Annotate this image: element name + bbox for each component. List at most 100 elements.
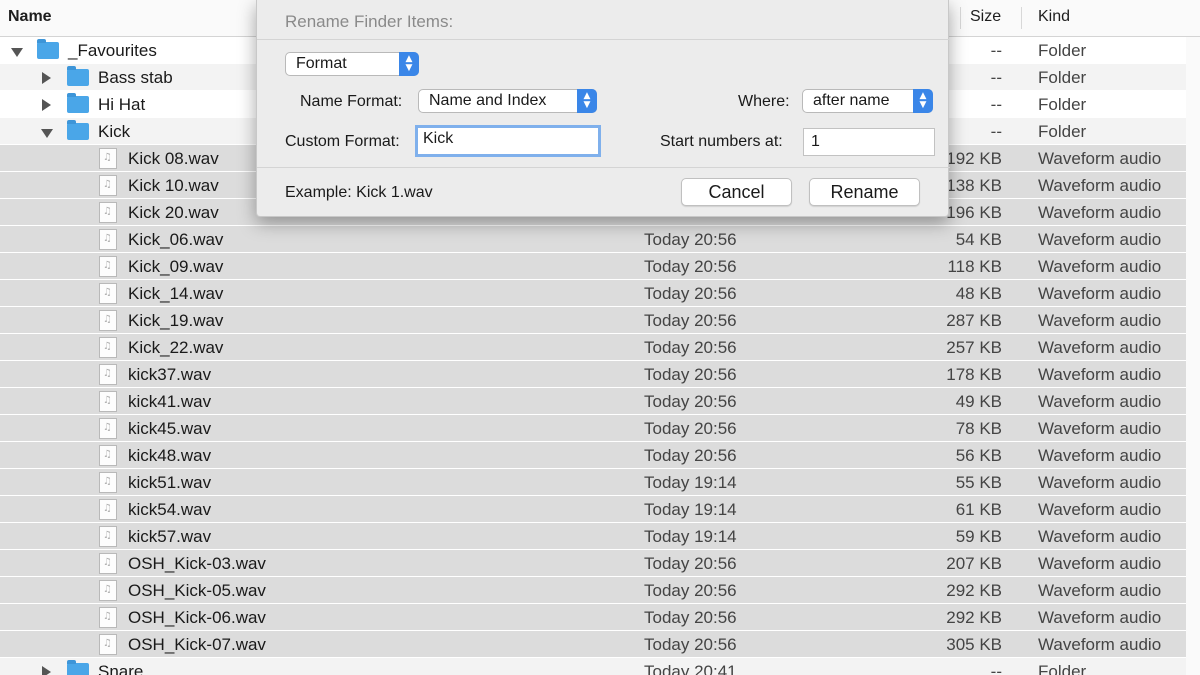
item-kind: Waveform audio bbox=[1038, 527, 1162, 546]
where-popup[interactable]: after name ▲ ▼ bbox=[802, 89, 933, 113]
item-kind: Waveform audio bbox=[1038, 608, 1162, 627]
item-name: kick37.wav bbox=[128, 365, 212, 384]
dialog-title: Rename Finder Items: bbox=[285, 12, 454, 31]
file-row[interactable]: kick57.wav Today 19:14 59 KB Waveform audio bbox=[0, 522, 1200, 550]
item-name: OSH_Kick-07.wav bbox=[128, 635, 266, 654]
column-divider[interactable] bbox=[960, 7, 961, 29]
folder-icon bbox=[37, 39, 59, 59]
item-date-modified: Today 20:56 bbox=[644, 311, 737, 330]
column-divider[interactable] bbox=[1021, 7, 1022, 29]
folder-row[interactable]: Snare Today 20:41 -- Folder bbox=[0, 658, 1200, 675]
item-name: kick51.wav bbox=[128, 473, 212, 492]
file-row[interactable]: kick51.wav Today 19:14 55 KB Waveform audio bbox=[0, 468, 1200, 496]
item-kind: Folder bbox=[1038, 95, 1087, 114]
audio-file-icon bbox=[99, 603, 117, 630]
file-row[interactable]: Kick_14.wav Today 20:56 48 KB Waveform audi… bbox=[0, 279, 1200, 307]
item-date-modified: Today 20:56 bbox=[644, 338, 737, 357]
folder-icon bbox=[67, 120, 89, 140]
item-date-modified: Today 20:56 bbox=[644, 365, 737, 384]
column-header-size[interactable]: Size bbox=[970, 0, 1001, 37]
item-size: 178 KB bbox=[946, 365, 1002, 384]
name-format-label: Name Format: bbox=[300, 93, 403, 110]
item-size: 118 KB bbox=[947, 257, 1002, 276]
item-size: 55 KB bbox=[955, 473, 1002, 492]
file-row[interactable]: kick37.wav Today 20:56 178 KB Waveform audi… bbox=[0, 360, 1200, 388]
file-row[interactable]: kick54.wav Today 19:14 61 KB Waveform audio bbox=[0, 495, 1200, 523]
item-name: OSH_Kick-06.wav bbox=[128, 608, 266, 627]
item-kind: Folder bbox=[1038, 122, 1087, 141]
item-size: 287 KB bbox=[946, 311, 1002, 330]
item-size: 305 KB bbox=[946, 635, 1002, 654]
item-name: Kick 10.wav bbox=[128, 176, 219, 195]
item-kind: Waveform audio bbox=[1038, 284, 1162, 303]
item-name: kick48.wav bbox=[128, 446, 212, 465]
popup-arrows-icon: ▲ ▼ bbox=[577, 89, 597, 113]
rename-mode-value: Format bbox=[296, 55, 347, 72]
custom-format-field[interactable]: Kick bbox=[415, 125, 601, 157]
item-kind: Waveform audio bbox=[1038, 581, 1162, 600]
audio-file-icon bbox=[99, 306, 117, 333]
item-kind: Waveform audio bbox=[1038, 392, 1162, 411]
disclosure-triangle-open-icon[interactable] bbox=[11, 48, 23, 57]
rename-mode-popup[interactable]: Format ▲ ▼ bbox=[285, 52, 419, 76]
file-row[interactable]: OSH_Kick-03.wav Today 20:56 207 KB Waveform… bbox=[0, 549, 1200, 577]
item-size: -- bbox=[990, 95, 1002, 114]
item-size: 78 KB bbox=[955, 419, 1002, 438]
disclosure-triangle-closed-icon[interactable] bbox=[42, 666, 51, 675]
column-header-kind[interactable]: Kind bbox=[1038, 0, 1070, 37]
item-name: Snare bbox=[98, 662, 144, 675]
cancel-button[interactable]: Cancel bbox=[681, 178, 792, 206]
audio-file-icon bbox=[99, 630, 117, 657]
file-row[interactable]: OSH_Kick-06.wav Today 20:56 292 KB Waveform… bbox=[0, 603, 1200, 631]
vertical-scrollbar[interactable] bbox=[1186, 37, 1200, 675]
popup-arrows-icon: ▲ ▼ bbox=[913, 89, 933, 113]
disclosure-triangle-closed-icon[interactable] bbox=[42, 72, 51, 84]
item-date-modified: Today 20:56 bbox=[644, 284, 737, 303]
item-date-modified: Today 19:14 bbox=[644, 473, 737, 492]
item-kind: Waveform audio bbox=[1038, 365, 1162, 384]
item-kind: Folder bbox=[1038, 41, 1087, 60]
item-size: -- bbox=[990, 41, 1002, 60]
file-row[interactable]: OSH_Kick-05.wav Today 20:56 292 KB Waveform… bbox=[0, 576, 1200, 604]
audio-file-icon bbox=[99, 387, 117, 414]
audio-file-icon bbox=[99, 549, 117, 576]
item-kind: Waveform audio bbox=[1038, 635, 1162, 654]
name-format-popup[interactable]: Name and Index ▲ ▼ bbox=[418, 89, 597, 113]
disclosure-triangle-open-icon[interactable] bbox=[41, 129, 53, 138]
custom-format-label: Custom Format: bbox=[285, 133, 400, 150]
item-date-modified: Today 20:56 bbox=[644, 554, 737, 573]
file-row[interactable]: kick45.wav Today 20:56 78 KB Waveform audio bbox=[0, 414, 1200, 442]
item-date-modified: Today 20:56 bbox=[644, 392, 737, 411]
file-row[interactable]: kick41.wav Today 20:56 49 KB Waveform audio bbox=[0, 387, 1200, 415]
audio-file-icon bbox=[99, 225, 117, 252]
item-size: 196 KB bbox=[946, 203, 1002, 222]
item-size: 292 KB bbox=[946, 581, 1002, 600]
folder-icon bbox=[67, 660, 89, 675]
item-size: 61 KB bbox=[955, 500, 1002, 519]
audio-file-icon bbox=[99, 522, 117, 549]
item-name: kick57.wav bbox=[128, 527, 212, 546]
file-row[interactable]: OSH_Kick-07.wav Today 20:56 305 KB Waveform… bbox=[0, 630, 1200, 658]
file-row[interactable]: Kick_09.wav Today 20:56 118 KB Waveform aud… bbox=[0, 252, 1200, 280]
item-size: -- bbox=[990, 122, 1002, 141]
divider bbox=[257, 39, 950, 40]
item-kind: Waveform audio bbox=[1038, 473, 1162, 492]
item-date-modified: Today 20:41 bbox=[644, 662, 737, 675]
rename-button[interactable]: Rename bbox=[809, 178, 920, 206]
item-size: 292 KB bbox=[946, 608, 1002, 627]
file-row[interactable]: Kick_22.wav Today 20:56 257 KB Waveform aud… bbox=[0, 333, 1200, 361]
disclosure-triangle-closed-icon[interactable] bbox=[42, 99, 51, 111]
file-row[interactable]: kick48.wav Today 20:56 56 KB Waveform audio bbox=[0, 441, 1200, 469]
item-size: 138 KB bbox=[946, 176, 1002, 195]
item-date-modified: Today 20:56 bbox=[644, 419, 737, 438]
column-header-name[interactable]: Name bbox=[8, 0, 52, 37]
item-kind: Waveform audio bbox=[1038, 311, 1162, 330]
file-row[interactable]: Kick_06.wav Today 20:56 54 KB Waveform audi… bbox=[0, 225, 1200, 253]
audio-file-icon bbox=[99, 414, 117, 441]
item-date-modified: Today 19:14 bbox=[644, 527, 737, 546]
audio-file-icon bbox=[99, 576, 117, 603]
file-row[interactable]: Kick_19.wav Today 20:56 287 KB Waveform aud… bbox=[0, 306, 1200, 334]
item-name: Hi Hat bbox=[98, 95, 146, 114]
start-numbers-field[interactable]: 1 bbox=[803, 128, 935, 156]
item-kind: Waveform audio bbox=[1038, 203, 1162, 222]
